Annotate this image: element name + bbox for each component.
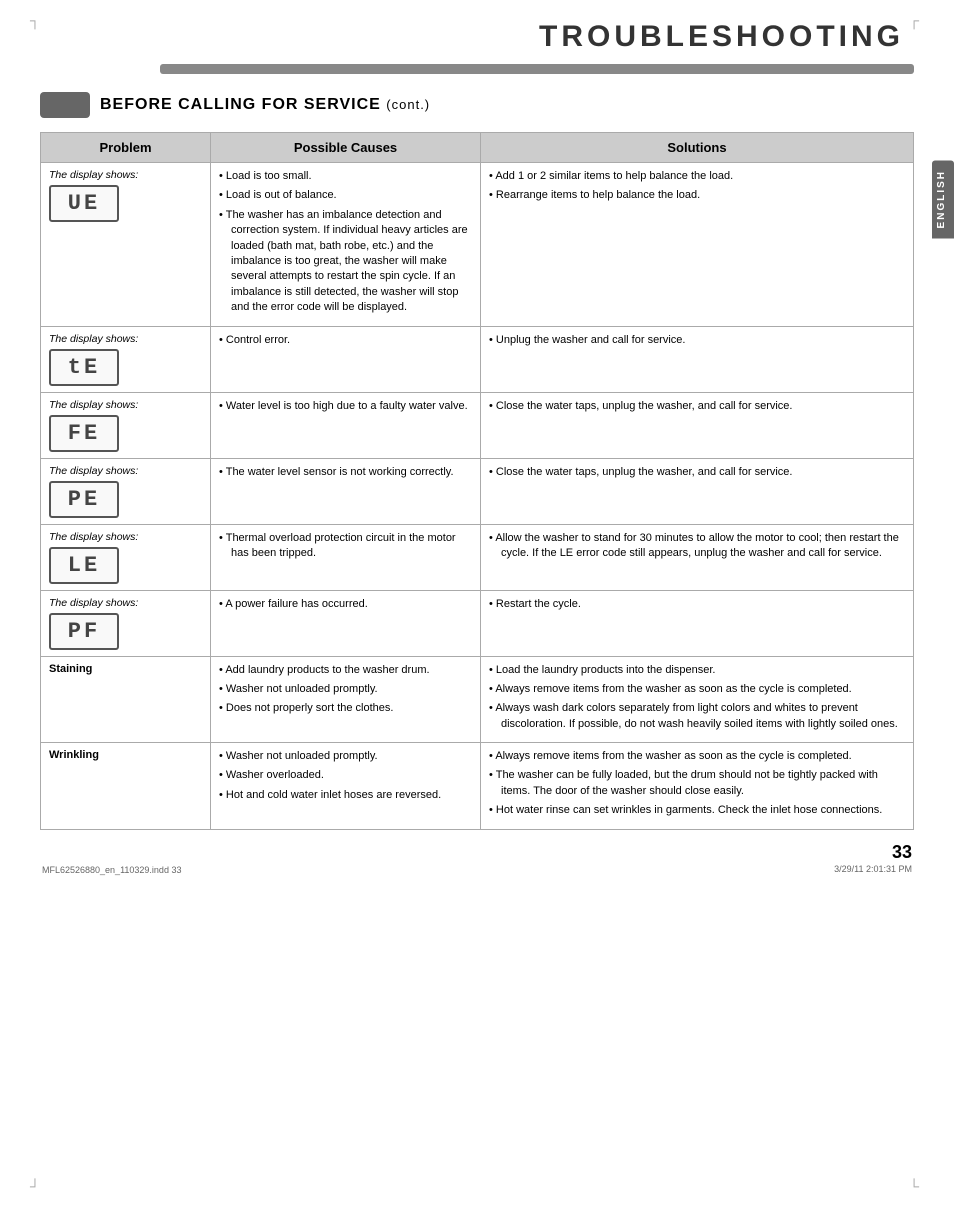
solution-item: Load the laundry products into the dispe…	[489, 663, 905, 678]
solution-item: Close the water taps, unplug the washer,…	[489, 399, 905, 414]
solution-item: The washer can be fully loaded, but the …	[489, 768, 905, 799]
page-title: TROUBLESHOOTING	[539, 20, 904, 53]
solution-item: Close the water taps, unplug the washer,…	[489, 465, 905, 480]
cause-item: Add laundry products to the washer drum.	[219, 663, 472, 678]
causes-cell: Load is too small. Load is out of balance…	[211, 163, 481, 327]
cause-item: Control error.	[219, 333, 472, 348]
display-label: The display shows:	[49, 399, 202, 411]
corner-mark-tr: ┌	[909, 12, 919, 28]
solution-item: Always remove items from the washer as s…	[489, 682, 905, 697]
solution-item: Unplug the washer and call for service.	[489, 333, 905, 348]
causes-cell: A power failure has occurred.	[211, 590, 481, 656]
causes-cell: Water level is too high due to a faulty …	[211, 392, 481, 458]
cause-item: A power failure has occurred.	[219, 597, 472, 612]
cause-item: Does not properly sort the clothes.	[219, 701, 472, 716]
display-label: The display shows:	[49, 169, 202, 181]
solutions-cell: Always remove items from the washer as s…	[481, 743, 914, 830]
section-header-bar	[40, 92, 90, 118]
cause-item: Washer overloaded.	[219, 768, 472, 783]
solutions-cell: Restart the cycle.	[481, 590, 914, 656]
problem-cell: The display shows: LE	[41, 524, 211, 590]
page-number: 33	[834, 842, 912, 863]
problem-cell: Wrinkling	[41, 743, 211, 830]
solutions-cell: Load the laundry products into the dispe…	[481, 656, 914, 743]
cause-item: The water level sensor is not working co…	[219, 465, 472, 480]
solutions-cell: Add 1 or 2 similar items to help balance…	[481, 163, 914, 327]
footer-file-info: MFL62526880_en_110329.indd 33	[42, 865, 181, 875]
solutions-cell: Unplug the washer and call for service.	[481, 326, 914, 392]
display-label: The display shows:	[49, 333, 202, 345]
display-label: The display shows:	[49, 465, 202, 477]
display-code: PF	[49, 613, 119, 650]
display-label: The display shows:	[49, 597, 202, 609]
display-code: UE	[49, 185, 119, 222]
language-tab: ENGLISH	[932, 160, 954, 238]
cause-item: Washer not unloaded promptly.	[219, 682, 472, 697]
display-code: PE	[49, 481, 119, 518]
problem-cell: The display shows: PE	[41, 458, 211, 524]
display-code: FE	[49, 415, 119, 452]
table-row: The display shows:UELoad is too small.Lo…	[41, 163, 914, 327]
corner-mark-bl: ┘	[30, 1178, 40, 1194]
causes-cell: The water level sensor is not working co…	[211, 458, 481, 524]
corner-mark-br: └	[909, 1178, 919, 1194]
col-header-problem: Problem	[41, 133, 211, 163]
problem-cell: The display shows: PF	[41, 590, 211, 656]
corner-mark-tl: ┐	[30, 12, 40, 28]
display-label: The display shows:	[49, 531, 202, 543]
problem-text-label: Wrinkling	[49, 749, 202, 761]
solutions-cell: Allow the washer to stand for 30 minutes…	[481, 524, 914, 590]
solution-item: Hot water rinse can set wrinkles in garm…	[489, 803, 905, 818]
display-code: tE	[49, 349, 119, 386]
cause-item: Washer not unloaded promptly.	[219, 749, 472, 764]
solution-item: Always wash dark colors separately from …	[489, 701, 905, 732]
solutions-cell: Close the water taps, unplug the washer,…	[481, 392, 914, 458]
cause-item: Load is out of balance.	[219, 188, 472, 203]
solutions-cell: Close the water taps, unplug the washer,…	[481, 458, 914, 524]
table-row: The display shows: PF A power failure has …	[41, 590, 914, 656]
cause-item: Thermal overload protection circuit in t…	[219, 531, 472, 562]
causes-cell: Control error.	[211, 326, 481, 392]
problem-cell: The display shows: FE	[41, 392, 211, 458]
col-header-causes: Possible Causes	[211, 133, 481, 163]
page-title-area: TROUBLESHOOTING	[40, 20, 914, 54]
cause-item: Load is too small.	[219, 169, 472, 184]
table-row: Staining Add laundry products to the wash…	[41, 656, 914, 743]
solution-item: Add 1 or 2 similar items to help balance…	[489, 169, 905, 184]
solution-item: Rearrange items to help balance the load…	[489, 188, 905, 203]
solution-item: Restart the cycle.	[489, 597, 905, 612]
cause-item: The washer has an imbalance detection an…	[219, 208, 472, 316]
footer-timestamp: 3/29/11 2:01:31 PM	[834, 864, 912, 874]
problem-cell: The display shows: UE	[41, 163, 211, 327]
table-row: WrinklingWasher not unloaded promptly.Wa…	[41, 743, 914, 830]
problem-text-label: Staining	[49, 663, 202, 675]
table-row: The display shows: LE Thermal overload pro…	[41, 524, 914, 590]
causes-cell: Washer not unloaded promptly. Washer over…	[211, 743, 481, 830]
cause-item: Water level is too high due to a faulty …	[219, 399, 472, 414]
causes-cell: Add laundry products to the washer drum.…	[211, 656, 481, 743]
section-title: BEFORE CALLING FOR SERVICE (cont.)	[100, 96, 430, 114]
table-row: The display shows: PE The water level sens…	[41, 458, 914, 524]
display-code: LE	[49, 547, 119, 584]
table-row: The display shows: FE Water level is too h…	[41, 392, 914, 458]
title-bar	[160, 64, 914, 74]
cause-item: Hot and cold water inlet hoses are rever…	[219, 788, 472, 803]
solution-item: Allow the washer to stand for 30 minutes…	[489, 531, 905, 562]
page-footer: MFL62526880_en_110329.indd 33 33 3/29/11…	[40, 842, 914, 875]
col-header-solutions: Solutions	[481, 133, 914, 163]
table-header-row: Problem Possible Causes Solutions	[41, 133, 914, 163]
section-header: BEFORE CALLING FOR SERVICE (cont.)	[40, 92, 914, 118]
troubleshooting-table: Problem Possible Causes Solutions The di…	[40, 132, 914, 830]
problem-cell: The display shows: tE	[41, 326, 211, 392]
causes-cell: Thermal overload protection circuit in t…	[211, 524, 481, 590]
table-row: The display shows: tE Control error. Unplug…	[41, 326, 914, 392]
problem-cell: Staining	[41, 656, 211, 743]
solution-item: Always remove items from the washer as s…	[489, 749, 905, 764]
